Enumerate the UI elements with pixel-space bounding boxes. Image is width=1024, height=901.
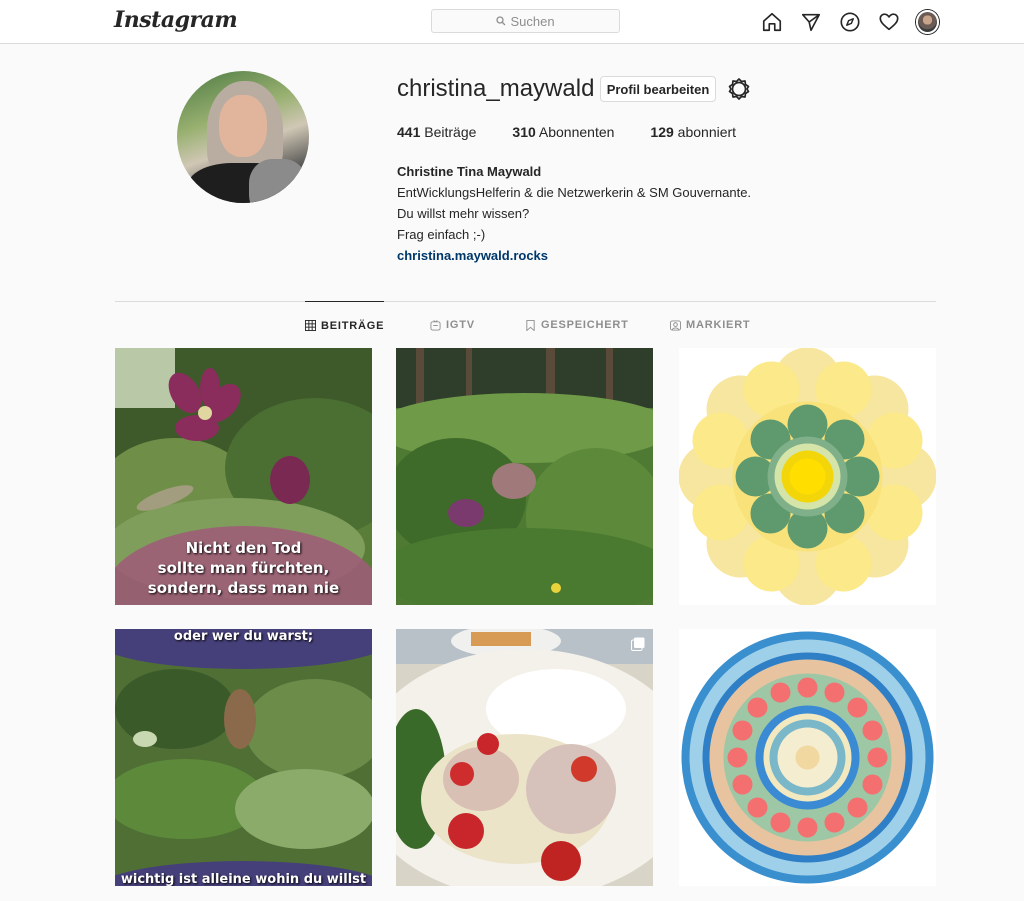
instagram-logo[interactable]: Instagram — [114, 7, 238, 33]
post-image-fern — [115, 629, 372, 886]
post-image-garden — [396, 348, 653, 605]
search-placeholder: Suchen — [510, 13, 555, 29]
profile-username: christina_maywald — [397, 75, 595, 102]
post-tile[interactable] — [396, 629, 653, 886]
top-navigation-bar: Instagram Suchen — [0, 0, 1024, 44]
post-tile[interactable] — [679, 629, 936, 886]
multiple-images-icon — [631, 637, 645, 651]
tagged-icon — [670, 319, 681, 331]
post-image-food — [396, 629, 653, 886]
profile-tabs: BEITRÄGE IGTV GESPEICHERT MARKIERT — [0, 301, 1024, 349]
profile-picture[interactable] — [177, 71, 309, 203]
edit-profile-button[interactable]: Profil bearbeiten — [600, 76, 716, 102]
search-input[interactable]: Suchen — [431, 9, 620, 33]
stat-posts: 441 Beiträge — [397, 124, 477, 140]
bookmark-icon — [526, 319, 535, 331]
post-tile[interactable] — [396, 348, 653, 605]
nav-icons — [760, 9, 939, 34]
post-caption: Nicht den Tod sollte man fürchten, sonde… — [147, 539, 340, 597]
tab-posts[interactable]: BEITRÄGE — [305, 301, 385, 349]
profile-avatar-button[interactable] — [916, 9, 939, 34]
profile-stats: 441 Beiträge 310 Abonnenten 129 abonnier… — [397, 124, 772, 140]
post-tile[interactable]: oder wer du warst; wichtig ist alleine w… — [115, 629, 372, 886]
bio-line: EntWicklungsHelferin & die Netzwerkerin … — [397, 185, 752, 200]
profile-website-link[interactable]: christina.maywald.rocks — [397, 245, 751, 266]
direct-message-icon[interactable] — [799, 10, 822, 33]
avatar — [916, 9, 939, 34]
tab-igtv[interactable]: IGTV — [430, 301, 475, 349]
bio-line: Du willst mehr wissen? — [397, 206, 530, 221]
post-image-mandala-yellow — [679, 348, 936, 605]
search-icon — [496, 16, 506, 26]
tab-saved[interactable]: GESPEICHERT — [525, 301, 629, 349]
post-caption-bottom: wichtig ist alleine wohin du willst — [120, 872, 367, 886]
post-tile[interactable]: Nicht den Tod sollte man fürchten, sonde… — [115, 348, 372, 605]
tab-tagged[interactable]: MARKIERT — [670, 301, 750, 349]
profile-bio: Christine Tina Maywald EntWicklungsHelfe… — [397, 161, 751, 266]
explore-compass-icon[interactable] — [838, 10, 861, 33]
stat-followers[interactable]: 310 Abonnenten — [512, 124, 614, 140]
grid-icon — [305, 320, 316, 331]
activity-heart-icon[interactable] — [877, 10, 900, 33]
igtv-icon — [430, 319, 441, 331]
post-tile[interactable] — [679, 348, 936, 605]
post-image-mandala-blue — [679, 629, 936, 886]
bio-line: Frag einfach ;-) — [397, 227, 486, 242]
post-caption-top: oder wer du warst; — [173, 629, 314, 644]
home-icon[interactable] — [760, 10, 783, 33]
settings-gear-icon[interactable] — [727, 77, 751, 101]
stat-following[interactable]: 129 abonniert — [650, 124, 736, 140]
profile-full-name: Christine Tina Maywald — [397, 164, 542, 179]
